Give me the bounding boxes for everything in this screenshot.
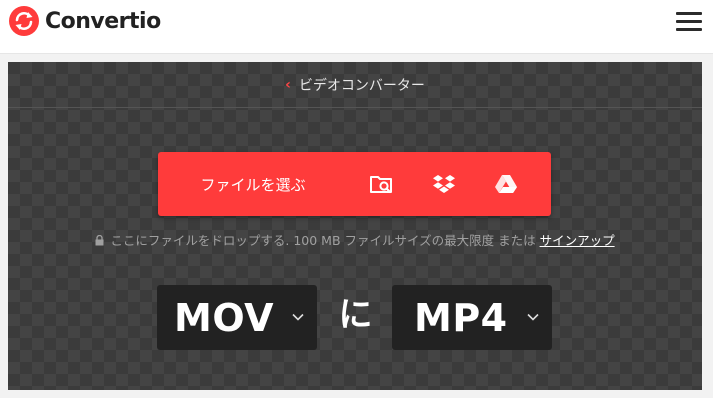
to-connector: に: [338, 295, 373, 335]
choose-files-button[interactable]: ファイルを選ぶ: [158, 152, 551, 216]
signup-link[interactable]: サインアップ: [540, 233, 615, 248]
lock-icon: [95, 235, 104, 246]
breadcrumb-label: ビデオコンバーター: [298, 77, 425, 94]
chevron-down-icon: [292, 313, 304, 321]
folder-search-icon[interactable]: [369, 172, 395, 196]
source-format-select[interactable]: MOV: [157, 285, 317, 350]
drop-hint: ここにファイルをドロップする. 100 MB ファイルサイズの最大限度 または …: [8, 230, 702, 249]
chevron-left-icon: ‹: [285, 76, 291, 93]
breadcrumb-link[interactable]: ‹ ビデオコンバーター: [285, 75, 425, 95]
google-drive-icon[interactable]: [493, 172, 519, 196]
brand-name: Convertio: [45, 8, 161, 34]
choose-files-label[interactable]: ファイルを選ぶ: [158, 152, 348, 216]
chevron-down-icon: [527, 313, 539, 321]
convertio-logo-icon: [9, 6, 39, 36]
target-format-select[interactable]: MP4: [392, 285, 552, 350]
dropbox-icon[interactable]: [431, 172, 457, 196]
target-format-value: MP4: [414, 295, 508, 340]
breadcrumb-bar: ‹ ビデオコンバーター: [8, 62, 702, 108]
source-format-value: MOV: [174, 295, 275, 340]
menu-icon[interactable]: [676, 12, 702, 32]
drop-hint-text: ここにファイルをドロップする. 100 MB ファイルサイズの最大限度 または: [110, 233, 540, 248]
brand-logo[interactable]: Convertio: [9, 6, 161, 36]
top-header: Convertio: [0, 0, 713, 54]
converter-panel: ‹ ビデオコンバーター ファイルを選ぶ ここにファイルをドロップする. 100 …: [8, 62, 702, 390]
